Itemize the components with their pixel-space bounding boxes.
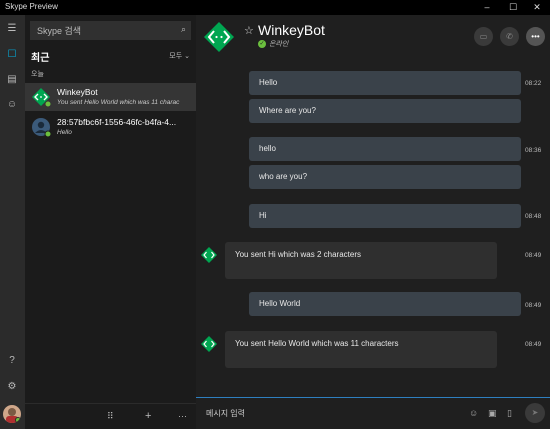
bot-avatar-icon [201, 336, 217, 352]
contact-name: WinkeyBot [258, 22, 325, 38]
message-timestamp: 08:36 [525, 147, 542, 154]
message-bubble-sent[interactable]: who are you? [249, 165, 521, 189]
bot-avatar-icon [201, 247, 217, 263]
favorite-star-icon[interactable]: ☆ [244, 24, 254, 37]
search-icon[interactable]: ⌕ [181, 24, 186, 35]
send-button[interactable]: ➤ [525, 403, 545, 423]
minimize-button[interactable]: – [474, 0, 500, 15]
message-composer: 메시지 입력 ☺ ▣ ▯ ➤ [196, 397, 550, 429]
chat-pane: ☆ WinkeyBot ✓ 온라인 ▭ ✆ ••• Hello 08:22 Whe… [196, 15, 550, 429]
message-bubble-sent[interactable]: hello [249, 137, 521, 161]
hamburger-menu-icon[interactable]: ☰ [4, 21, 20, 37]
user-avatar[interactable] [3, 405, 21, 423]
file-icon[interactable]: ▯ [507, 408, 512, 419]
video-call-button[interactable]: ▭ [474, 27, 493, 46]
message-timestamp: 08:22 [525, 80, 542, 87]
recent-chats-icon[interactable]: ☐ [4, 47, 20, 63]
conversation-preview: Hello [57, 129, 72, 136]
message-bubble-sent[interactable]: Hello World [249, 292, 521, 316]
image-icon[interactable]: ▣ [488, 408, 497, 419]
settings-icon[interactable]: ⚙ [4, 379, 20, 395]
more-options-icon[interactable]: ··· [178, 411, 187, 421]
message-bubble-sent[interactable]: Where are you? [249, 99, 521, 123]
message-timestamp: 08:49 [525, 302, 542, 309]
audio-call-button[interactable]: ✆ [500, 27, 519, 46]
chat-header: ☆ WinkeyBot ✓ 온라인 ▭ ✆ ••• [196, 15, 550, 60]
nav-rail: ☰ ☐ ▤ ☺ ? ⚙ [0, 15, 25, 429]
help-icon[interactable]: ? [4, 353, 20, 369]
message-bubble-received[interactable]: You sent Hi which was 2 characters [225, 242, 497, 279]
message-timestamp: 08:49 [525, 252, 542, 259]
skype-window: Skype Preview – ☐ ✕ ☰ ☐ ▤ ☺ ? ⚙ Skype 검색… [0, 0, 550, 429]
conversation-name: WinkeyBot [57, 87, 98, 97]
online-status-dot [15, 417, 21, 423]
list-footer: ⠿ + ··· [25, 403, 196, 429]
filter-dropdown[interactable]: 모두 ⌄ [169, 51, 190, 61]
people-icon[interactable]: ☺ [4, 97, 20, 113]
recent-heading: 최근 [31, 53, 50, 64]
message-bubble-sent[interactable]: Hi [249, 204, 521, 228]
message-bubble-received[interactable]: You sent Hello World which was 11 charac… [225, 331, 497, 368]
more-actions-button[interactable]: ••• [526, 27, 545, 46]
message-input[interactable]: 메시지 입력 [206, 408, 245, 419]
conversation-item-guid[interactable]: 28:57bfbc6f-1556-46fc-b4fa-4... Hello [25, 113, 196, 141]
bot-avatar-icon[interactable] [203, 21, 235, 53]
contacts-icon[interactable]: ▤ [4, 72, 20, 88]
search-box[interactable]: Skype 검색 ⌕ [30, 21, 191, 40]
bot-avatar-icon [32, 88, 51, 107]
message-timestamp: 08:49 [525, 341, 542, 348]
conversation-name: 28:57bfbc6f-1556-46fc-b4fa-4... [57, 117, 177, 127]
window-title: Skype Preview [5, 2, 58, 11]
search-input[interactable]: Skype 검색 [37, 26, 81, 36]
day-separator: 오늘 [31, 71, 44, 78]
contact-status: ✓ 온라인 [258, 39, 288, 49]
conversation-item-winkeybot[interactable]: WinkeyBot You sent Hello World which was… [25, 83, 196, 111]
title-bar: Skype Preview – ☐ ✕ [0, 0, 550, 15]
close-button[interactable]: ✕ [524, 0, 550, 15]
emoji-icon[interactable]: ☺ [469, 408, 478, 418]
conversation-list-pane: Skype 검색 ⌕ 최근 모두 ⌄ 오늘 WinkeyBot You sent… [25, 15, 196, 429]
contact-avatar-icon [32, 118, 51, 137]
maximize-button[interactable]: ☐ [500, 0, 526, 15]
new-chat-button[interactable]: + [145, 410, 151, 422]
message-bubble-sent[interactable]: Hello [249, 71, 521, 95]
conversation-preview: You sent Hello World which was 11 charac [57, 99, 180, 106]
dialpad-icon[interactable]: ⠿ [107, 411, 114, 422]
status-text: 온라인 [269, 41, 289, 48]
online-check-icon: ✓ [258, 40, 266, 49]
message-timestamp: 08:48 [525, 213, 542, 220]
